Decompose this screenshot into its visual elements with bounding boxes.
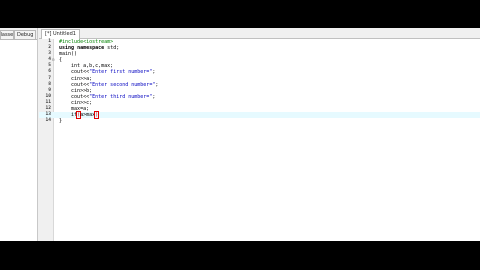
project-browser-panel: Classes Debug <box>0 28 38 241</box>
editor-area: [*] Untitled1 1 #include<iostream> 2 using … <box>39 28 480 241</box>
line-number: 14 <box>45 118 51 124</box>
code-text: } <box>59 118 63 125</box>
editor-tabbar: [*] Untitled1 <box>39 28 480 39</box>
project-browser-tabs: Classes Debug <box>0 30 37 40</box>
code-editor[interactable]: 1 #include<iostream> 2 using namespace std;… <box>39 39 480 241</box>
editor-tab-untitled1[interactable]: [*] Untitled1 <box>41 29 80 39</box>
ide-window: Classes Debug [*] Untitled1 1#include<io… <box>0 28 480 241</box>
code-line[interactable]: 14} <box>45 118 480 125</box>
project-browser-body <box>0 39 37 241</box>
